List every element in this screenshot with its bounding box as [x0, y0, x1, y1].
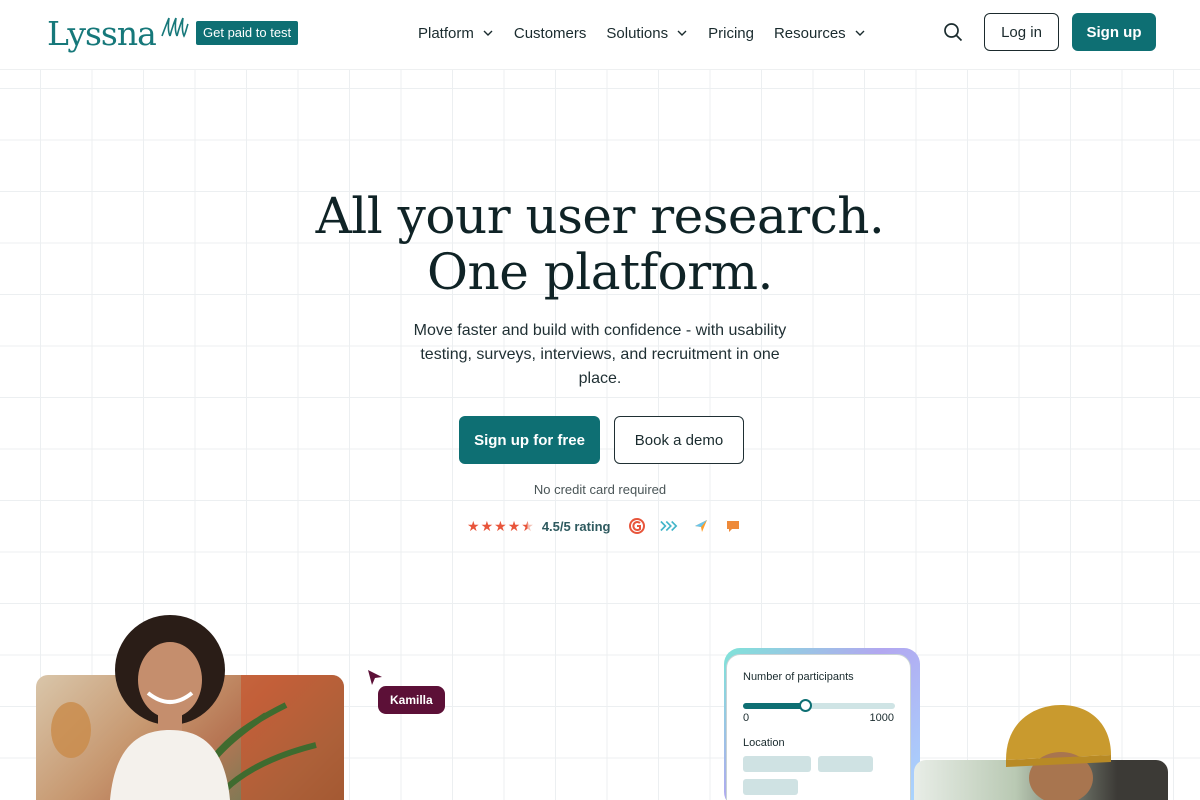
participants-slider[interactable]: [743, 699, 895, 712]
slider-max: 1000: [869, 712, 894, 724]
nav-item-label: Pricing: [708, 24, 754, 42]
star-icon: ★: [494, 517, 507, 534]
person-photo-left: [110, 615, 230, 800]
location-chip[interactable]: [818, 756, 873, 772]
location-chip[interactable]: [743, 756, 811, 772]
login-button[interactable]: Log in: [984, 13, 1059, 51]
chevron-down-icon: [483, 30, 493, 36]
person-photo-right: [1006, 705, 1111, 800]
star-rating: ★ ★ ★ ★ ★: [467, 518, 535, 535]
lyssna-logo[interactable]: Lyssna: [47, 14, 157, 53]
chat-review-icon: [724, 517, 742, 535]
nav-item-label: Customers: [513, 24, 587, 42]
nav-menu: Platform Customers Solutions Pricing Res…: [418, 0, 886, 66]
chevron-down-icon: [855, 30, 865, 36]
hero-headline: All your user research. One platform.: [0, 188, 1200, 300]
get-paid-badge[interactable]: Get paid to test: [196, 21, 299, 45]
top-nav: Lyssna Get paid to test Platform Custome…: [0, 0, 1200, 70]
headline-line-2: One platform.: [427, 243, 773, 301]
slider-min: 0: [743, 712, 750, 724]
location-chip[interactable]: [743, 779, 798, 795]
book-demo-button[interactable]: Book a demo: [614, 416, 744, 464]
participants-panel: Number of participants 0 1000 Location: [726, 654, 911, 800]
location-label: Location: [743, 737, 785, 749]
headline-line-1: All your user research.: [315, 187, 885, 245]
nav-item-label: Platform: [418, 24, 474, 42]
capterra-icon: [692, 517, 710, 535]
nav-item-label: Solutions: [606, 24, 669, 42]
chevron-down-icon: [677, 30, 687, 36]
slider-fill: [743, 703, 806, 709]
capterra-arrows-icon: [660, 517, 678, 535]
cursor-name-tag: Kamilla: [378, 686, 445, 714]
signup-button[interactable]: Sign up: [1072, 13, 1156, 51]
nav-item-solutions[interactable]: Solutions: [606, 25, 688, 42]
g2-icon: [628, 517, 646, 535]
nav-item-customers[interactable]: Customers: [514, 25, 587, 42]
star-icon: ★: [467, 517, 480, 534]
search-icon[interactable]: [942, 21, 964, 43]
signup-free-button[interactable]: Sign up for free: [459, 416, 600, 464]
hero-subtitle: Move faster and build with confidence - …: [413, 322, 787, 387]
star-icon: ★: [480, 517, 494, 534]
star-icon: ★: [507, 517, 521, 534]
nav-item-resources[interactable]: Resources: [774, 25, 866, 42]
participants-label: Number of participants: [743, 671, 854, 683]
no-credit-card-note: No credit card required: [533, 482, 667, 497]
cursor-icon: [368, 670, 382, 685]
slider-knob[interactable]: [799, 699, 813, 712]
rating-row: ★ ★ ★ ★ ★ 4.5/5 rating: [467, 516, 742, 536]
nav-item-label: Resources: [773, 24, 846, 42]
logo-wave-icon: [161, 17, 189, 38]
half-star-icon: ★: [521, 517, 534, 534]
rating-text: 4.5/5 rating: [541, 518, 611, 534]
nav-item-pricing[interactable]: Pricing: [708, 25, 754, 42]
nav-item-platform[interactable]: Platform: [418, 25, 494, 42]
